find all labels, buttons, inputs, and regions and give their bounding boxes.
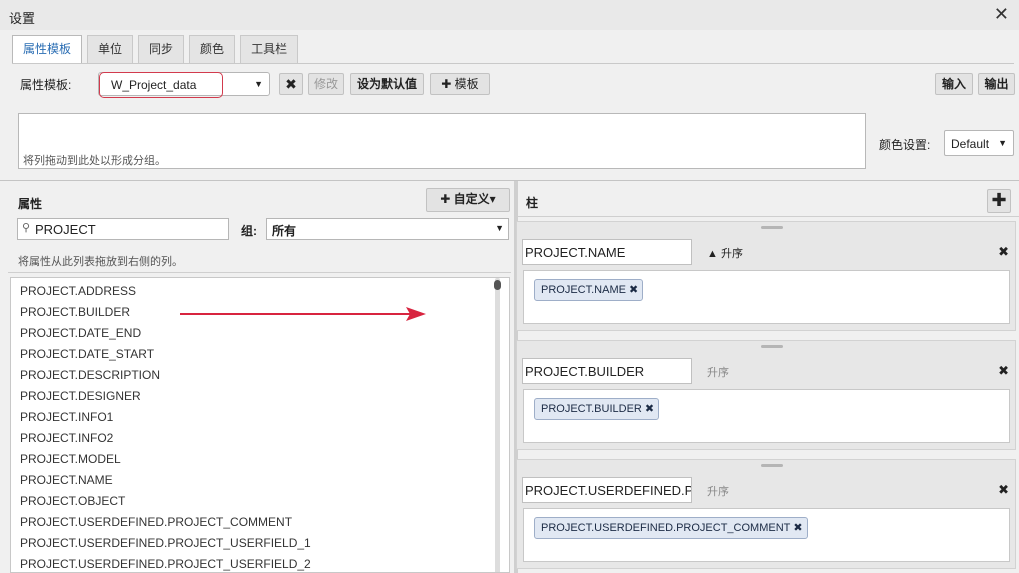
section-divider (0, 180, 1019, 181)
close-icon[interactable]: ✕ (994, 4, 1009, 25)
list-item[interactable]: PROJECT.USERDEFINED.PROJECT_USERFIELD_2 (20, 557, 311, 571)
group-select[interactable]: 所有 ▼ (266, 218, 509, 240)
scrollbar-thumb[interactable] (494, 280, 501, 290)
columns-divider (518, 216, 1019, 217)
tab-colors[interactable]: 颜色 (189, 35, 236, 63)
attribute-search-input[interactable]: ⚲ PROJECT (17, 218, 229, 240)
dropdown-arrow-icon: ▼ (254, 79, 263, 89)
settings-dialog: 设置 ✕ 属性模板 单位 同步 颜色 工具栏 属性模板: W_Project_d… (0, 0, 1019, 573)
drag-handle[interactable] (761, 345, 783, 348)
sort-ascending-toggle[interactable]: ▲ 升序 (707, 245, 743, 261)
grouping-hint: 将列拖动到此处以形成分组。 (23, 155, 166, 167)
tab-divider (12, 63, 1014, 64)
template-select-value: W_Project_data (111, 78, 197, 92)
remove-column-icon[interactable]: ✖ (998, 482, 1009, 498)
attribute-search-value: PROJECT (35, 222, 96, 237)
modify-button[interactable]: 修改 (308, 73, 344, 95)
list-item[interactable]: PROJECT.DATE_END (20, 326, 141, 340)
export-button[interactable]: 输出 (978, 73, 1015, 95)
tab-attribute-template[interactable]: 属性模板 (12, 35, 83, 63)
remove-chip-icon[interactable]: ✖ (645, 403, 654, 415)
drag-handle[interactable] (761, 464, 783, 467)
column-name-field[interactable]: PROJECT.USERDEFINED.PROJECT_COMMENT (522, 477, 692, 503)
attributes-divider (8, 272, 511, 273)
list-item[interactable]: PROJECT.USERDEFINED.PROJECT_COMMENT (20, 515, 292, 529)
list-item[interactable]: PROJECT.INFO2 (20, 431, 113, 445)
column-attribute-drop[interactable]: PROJECT.NAME ✖ (523, 270, 1010, 324)
attribute-chip[interactable]: PROJECT.BUILDER ✖ (534, 398, 660, 420)
column-name-value: PROJECT.BUILDER (525, 364, 645, 379)
list-item[interactable]: PROJECT.BUILDER (20, 305, 130, 319)
list-item[interactable]: PROJECT.DATE_START (20, 347, 154, 361)
sort-ascending-toggle[interactable]: 升序 (707, 483, 729, 499)
tab-units[interactable]: 单位 (87, 35, 134, 63)
column-name-field[interactable]: PROJECT.BUILDER (522, 358, 692, 384)
chip-label: PROJECT.USERDEFINED.PROJECT_COMMENT (541, 522, 791, 534)
column-attribute-drop[interactable]: PROJECT.USERDEFINED.PROJECT_COMMENT ✖ (523, 508, 1010, 562)
column-attribute-drop[interactable]: PROJECT.BUILDER ✖ (523, 389, 1010, 443)
delete-template-button[interactable]: ✖ (279, 73, 303, 95)
template-label: 属性模板: (20, 78, 72, 92)
title-bar: 设置 ✕ (0, 0, 1019, 30)
template-select[interactable]: W_Project_data ▼ (98, 72, 270, 96)
group-label: 组: (241, 224, 257, 238)
list-item[interactable]: PROJECT.ADDRESS (20, 284, 136, 298)
color-settings-value: Default (951, 137, 990, 151)
add-column-button[interactable]: ✚ (987, 189, 1011, 213)
color-settings-select[interactable]: Default ▼ (944, 130, 1014, 156)
set-default-button[interactable]: 设为默认值 (350, 73, 424, 95)
remove-chip-icon[interactable]: ✖ (629, 284, 638, 296)
sort-ascending-toggle[interactable]: 升序 (707, 364, 729, 380)
attributes-title: 属性 (18, 197, 43, 211)
attribute-chip[interactable]: PROJECT.USERDEFINED.PROJECT_COMMENT ✖ (534, 517, 808, 539)
list-item[interactable]: PROJECT.USERDEFINED.PROJECT_USERFIELD_1 (20, 536, 311, 550)
tab-sync[interactable]: 同步 (138, 35, 185, 63)
drag-handle[interactable] (761, 226, 783, 229)
column-card[interactable]: PROJECT.USERDEFINED.PROJECT_COMMENT 升序 ✖… (516, 459, 1016, 569)
search-icon: ⚲ (22, 222, 31, 234)
column-name-field[interactable]: PROJECT.NAME (522, 239, 692, 265)
column-card[interactable]: PROJECT.BUILDER 升序 ✖ PROJECT.BUILDER ✖ (516, 340, 1016, 450)
window-title: 设置 (9, 11, 36, 26)
add-template-button[interactable]: ✚ 模板 (430, 73, 490, 95)
attribute-list[interactable]: PROJECT.ADDRESS PROJECT.BUILDER PROJECT.… (10, 277, 510, 573)
custom-attribute-button[interactable]: ✚ 自定义▾ (426, 188, 510, 212)
grouping-drop-area[interactable]: 将列拖动到此处以形成分组。 (18, 113, 866, 169)
column-name-value: PROJECT.NAME (525, 245, 626, 260)
drag-hint: 将属性从此列表拖放到右侧的列。 (18, 256, 183, 268)
list-item[interactable]: PROJECT.NAME (20, 473, 113, 487)
remove-chip-icon[interactable]: ✖ (793, 522, 802, 534)
chip-label: PROJECT.BUILDER (541, 403, 642, 415)
import-button[interactable]: 输入 (935, 73, 973, 95)
list-item[interactable]: PROJECT.DESCRIPTION (20, 368, 160, 382)
group-select-value: 所有 (272, 224, 297, 238)
tab-toolbar[interactable]: 工具栏 (240, 35, 299, 63)
list-scrollbar[interactable] (494, 278, 501, 572)
dropdown-arrow-icon: ▼ (495, 223, 504, 233)
chip-label: PROJECT.NAME (541, 284, 626, 296)
list-item[interactable]: PROJECT.OBJECT (20, 494, 125, 508)
remove-column-icon[interactable]: ✖ (998, 363, 1009, 379)
attribute-chip[interactable]: PROJECT.NAME ✖ (534, 279, 644, 301)
list-item[interactable]: PROJECT.DESIGNER (20, 389, 141, 403)
list-item[interactable]: PROJECT.MODEL (20, 452, 121, 466)
list-item[interactable]: PROJECT.INFO1 (20, 410, 113, 424)
columns-title: 柱 (526, 196, 539, 210)
remove-column-icon[interactable]: ✖ (998, 244, 1009, 260)
dropdown-arrow-icon: ▼ (998, 138, 1007, 148)
color-settings-label: 颜色设置: (879, 138, 931, 152)
column-card[interactable]: PROJECT.NAME ▲ 升序 ✖ PROJECT.NAME ✖ (516, 221, 1016, 331)
tab-bar: 属性模板 单位 同步 颜色 工具栏 (12, 35, 303, 63)
column-name-value: PROJECT.USERDEFINED.PROJECT_COMMENT (525, 483, 692, 498)
